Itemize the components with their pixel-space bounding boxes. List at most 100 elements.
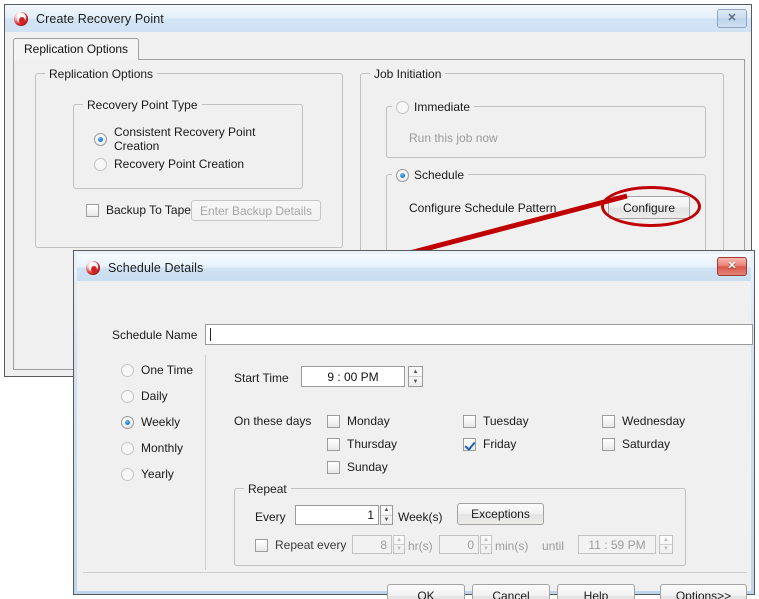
radio-indicator-icon (121, 416, 134, 429)
button-label: Cancel (492, 589, 529, 599)
spinner-up-icon[interactable]: ▲ (660, 536, 672, 545)
repeat-minutes-input[interactable]: 0 (439, 535, 479, 554)
checkbox-wednesday[interactable]: Wednesday (602, 414, 685, 428)
group-immediate-title[interactable]: Immediate (392, 100, 474, 114)
repeat-every-spinner[interactable]: ▲ ▼ (380, 505, 393, 525)
checkbox-tuesday[interactable]: Tuesday (463, 414, 529, 428)
schedule-name-input[interactable] (205, 324, 753, 345)
spinner-up-icon[interactable]: ▲ (409, 367, 422, 377)
radio-label: Daily (141, 389, 168, 403)
checkbox-indicator-icon (86, 204, 99, 217)
enter-backup-details-button[interactable]: Enter Backup Details (191, 200, 321, 221)
repeat-minutes-spinner[interactable]: ▲ ▼ (480, 535, 492, 554)
radio-yearly[interactable]: Yearly (121, 467, 174, 481)
repeat-until-input[interactable]: 11 : 59 PM (578, 535, 656, 554)
radio-immediate-indicator-icon[interactable] (396, 101, 409, 114)
panel-divider (205, 355, 206, 570)
group-recovery-point-type-title: Recovery Point Type (83, 98, 202, 112)
group-repeat: Repeat Every 1 ▲ ▼ Week(s (234, 488, 686, 566)
repeat-hours-spinner[interactable]: ▲ ▼ (393, 535, 405, 554)
group-replication-options: Replication Options Recovery Point Type … (35, 73, 343, 248)
checkbox-sunday[interactable]: Sunday (327, 460, 388, 474)
spinner-up-icon[interactable]: ▲ (394, 536, 404, 545)
button-bar-divider (83, 572, 747, 573)
main-window-titlebar[interactable]: Create Recovery Point ✕ (5, 5, 751, 32)
arcserve-logo-icon (85, 260, 101, 276)
checkbox-label: Thursday (347, 437, 397, 451)
radio-weekly[interactable]: Weekly (121, 415, 180, 429)
repeat-every-value: 1 (367, 508, 374, 522)
checkbox-indicator-icon (602, 415, 615, 428)
button-label: Enter Backup Details (200, 204, 312, 218)
arcserve-logo-icon (13, 11, 29, 27)
checkbox-thursday[interactable]: Thursday (327, 437, 397, 451)
repeat-until-label: until (542, 539, 564, 553)
checkbox-label: Backup To Tape (106, 203, 191, 217)
radio-indicator-icon (121, 390, 134, 403)
spinner-down-icon[interactable]: ▼ (381, 516, 392, 525)
configure-schedule-pattern-label: Configure Schedule Pattern (409, 201, 556, 215)
spinner-down-icon[interactable]: ▼ (394, 545, 404, 553)
repeat-unit-label: Week(s) (398, 510, 442, 524)
button-label: Help (584, 589, 609, 599)
close-icon: ✕ (727, 261, 736, 272)
radio-daily[interactable]: Daily (121, 389, 168, 403)
repeat-hours-unit-label: hr(s) (408, 539, 433, 553)
spinner-up-icon[interactable]: ▲ (381, 506, 392, 516)
radio-schedule-indicator-icon[interactable] (396, 169, 409, 182)
checkbox-indicator-icon (327, 438, 340, 451)
start-time-spinner[interactable]: ▲ ▼ (408, 366, 423, 387)
schedule-dialog-close-button[interactable]: ✕ (717, 257, 747, 276)
start-time-input[interactable]: 9 : 00 PM (301, 366, 405, 387)
checkbox-label: Saturday (622, 437, 670, 451)
spinner-up-icon[interactable]: ▲ (481, 536, 491, 545)
radio-indicator-icon (121, 442, 134, 455)
radio-label: Weekly (141, 415, 180, 429)
help-button[interactable]: Help (557, 584, 635, 599)
configure-button[interactable]: Configure (608, 196, 690, 219)
repeat-every-input[interactable]: 1 (295, 505, 379, 525)
checkbox-saturday[interactable]: Saturday (602, 437, 670, 451)
repeat-hours-input[interactable]: 8 (352, 535, 392, 554)
group-repeat-title: Repeat (244, 482, 291, 496)
button-label: OK (417, 589, 434, 599)
start-time-value: 9 : 00 PM (327, 370, 378, 384)
checkbox-backup-to-tape[interactable]: Backup To Tape (86, 203, 191, 217)
spinner-down-icon[interactable]: ▼ (409, 377, 422, 386)
radio-indicator-icon (121, 468, 134, 481)
checkbox-indicator-icon (327, 461, 340, 474)
ok-button[interactable]: OK (387, 584, 465, 599)
schedule-details-dialog: Schedule Details ✕ Schedule Name (73, 250, 755, 595)
repeat-until-spinner[interactable]: ▲ ▼ (659, 535, 673, 554)
spinner-down-icon[interactable]: ▼ (481, 545, 491, 553)
checkbox-repeat-every[interactable]: Repeat every (255, 538, 346, 552)
group-immediate: Immediate Run this job now (386, 106, 706, 158)
radio-immediate-label: Immediate (414, 100, 470, 114)
checkbox-friday[interactable]: Friday (463, 437, 516, 451)
exceptions-button[interactable]: Exceptions (457, 503, 544, 525)
schedule-dialog-titlebar[interactable]: Schedule Details ✕ (77, 254, 751, 281)
radio-recovery-point-creation[interactable]: Recovery Point Creation (94, 157, 244, 171)
repeat-every-label: Every (255, 510, 286, 524)
radio-monthly[interactable]: Monthly (121, 441, 183, 455)
close-icon: ✕ (727, 13, 736, 24)
checkbox-indicator-icon (463, 438, 476, 451)
radio-one-time[interactable]: One Time (121, 363, 193, 377)
group-replication-options-title: Replication Options (45, 67, 157, 81)
radio-indicator-icon (94, 158, 107, 171)
radio-indicator-icon (121, 364, 134, 377)
checkbox-label: Monday (347, 414, 390, 428)
tab-replication-options[interactable]: Replication Options (13, 38, 139, 60)
radio-schedule-label: Schedule (414, 168, 464, 182)
main-window-close-button[interactable]: ✕ (717, 9, 747, 28)
group-schedule-title[interactable]: Schedule (392, 168, 468, 182)
repeat-hours-value: 8 (380, 538, 387, 552)
radio-consistent-recovery-point-creation[interactable]: Consistent Recovery Point Creation (94, 125, 302, 153)
checkbox-indicator-icon (602, 438, 615, 451)
radio-label: Recovery Point Creation (114, 157, 244, 171)
spinner-down-icon[interactable]: ▼ (660, 545, 672, 553)
cancel-button[interactable]: Cancel (472, 584, 550, 599)
checkbox-monday[interactable]: Monday (327, 414, 390, 428)
options-button[interactable]: Options>> (660, 584, 747, 599)
repeat-until-value: 11 : 59 PM (588, 538, 645, 552)
